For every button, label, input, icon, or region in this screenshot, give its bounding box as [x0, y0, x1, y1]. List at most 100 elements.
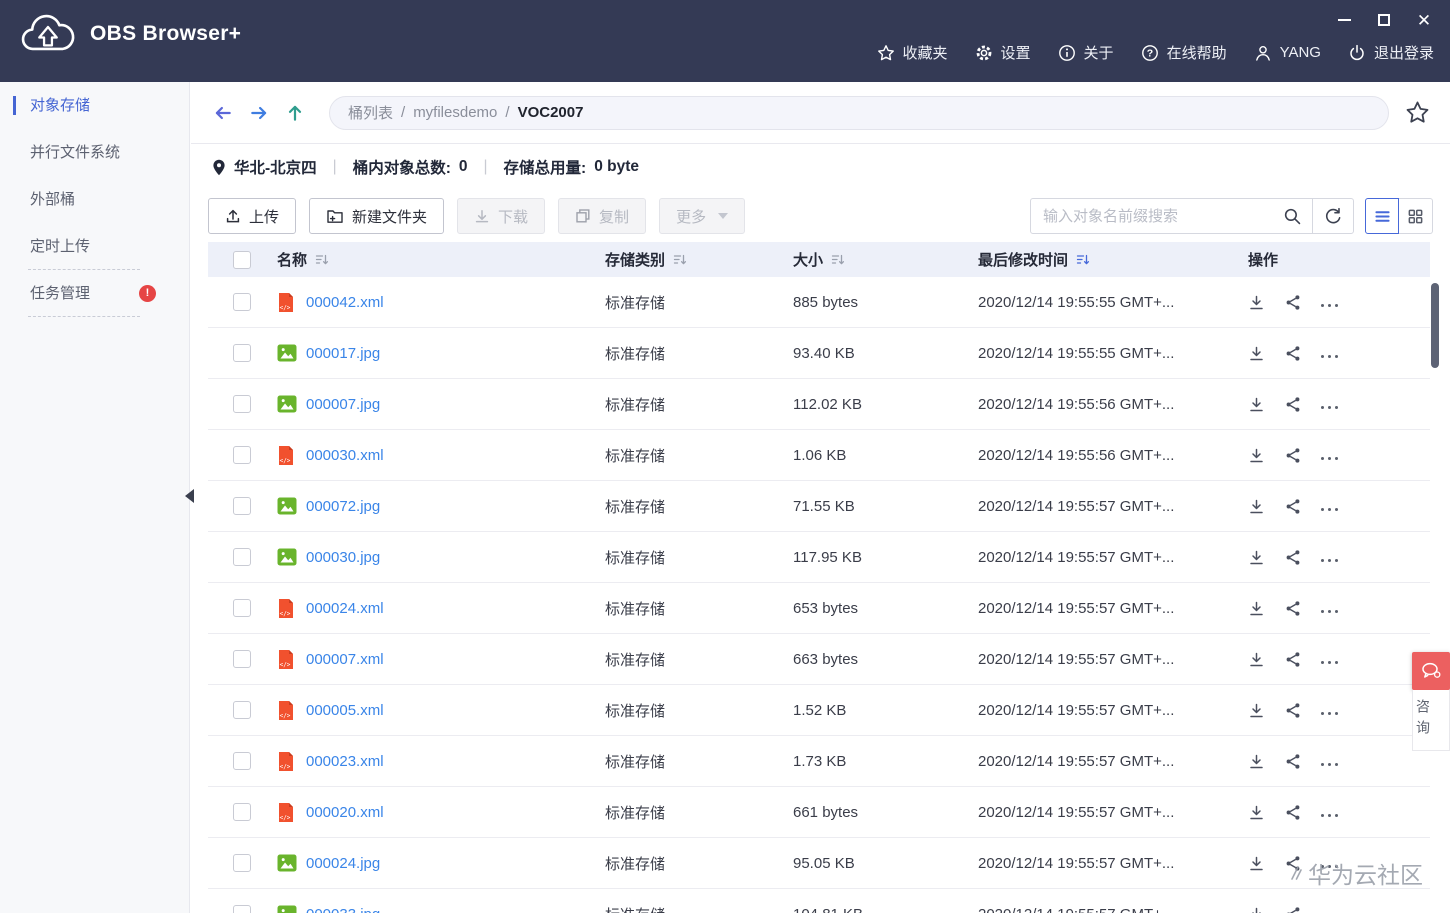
file-name-link[interactable]: 000020.xml [306, 804, 384, 821]
row-checkbox[interactable] [233, 293, 251, 311]
row-checkbox[interactable] [233, 701, 251, 719]
search-icon[interactable] [1283, 207, 1302, 226]
download-icon[interactable] [1248, 396, 1265, 413]
forward-icon[interactable] [247, 101, 271, 125]
consult-chat-button[interactable] [1412, 652, 1450, 690]
share-icon[interactable] [1285, 651, 1301, 668]
more-actions-icon[interactable] [1321, 451, 1338, 460]
download-icon[interactable] [1248, 600, 1265, 617]
download-icon[interactable] [1248, 804, 1265, 821]
file-name-link[interactable]: 000007.xml [306, 651, 384, 668]
row-checkbox[interactable] [233, 599, 251, 617]
sidebar-item-external-buckets[interactable]: 外部桶 [0, 176, 189, 223]
copy-button[interactable]: 复制 [558, 198, 647, 234]
breadcrumb-root[interactable]: 桶列表 [348, 102, 393, 123]
grid-view-button[interactable] [1399, 198, 1433, 234]
sidebar-item-parallel-file-system[interactable]: 并行文件系统 [0, 129, 189, 176]
sort-icon[interactable] [315, 253, 329, 266]
download-icon[interactable] [1248, 906, 1265, 913]
favorites-menu-item[interactable]: 收藏夹 [877, 42, 948, 63]
more-actions-icon[interactable] [1321, 502, 1338, 511]
more-actions-icon[interactable] [1321, 400, 1338, 409]
file-name-link[interactable]: 000030.jpg [306, 549, 380, 566]
file-name-link[interactable]: 000024.xml [306, 600, 384, 617]
row-checkbox[interactable] [233, 446, 251, 464]
share-icon[interactable] [1285, 702, 1301, 719]
logout-menu-item[interactable]: 退出登录 [1348, 42, 1434, 63]
file-name-link[interactable]: 000030.xml [306, 447, 384, 464]
file-name-link[interactable]: 000005.xml [306, 702, 384, 719]
file-name-link[interactable]: 000007.jpg [306, 396, 380, 413]
more-actions-icon[interactable] [1321, 349, 1338, 358]
file-name-link[interactable]: 000023.xml [306, 753, 384, 770]
more-actions-icon[interactable] [1321, 757, 1338, 766]
sidebar-collapse-icon[interactable] [185, 489, 194, 503]
file-name-link[interactable]: 000072.jpg [306, 498, 380, 515]
more-actions-icon[interactable] [1321, 859, 1338, 868]
settings-menu-item[interactable]: 设置 [975, 42, 1031, 63]
breadcrumb-bucket[interactable]: myfilesdemo [413, 104, 497, 121]
share-icon[interactable] [1285, 498, 1301, 515]
row-checkbox[interactable] [233, 395, 251, 413]
file-name-link[interactable]: 000024.jpg [306, 855, 380, 872]
download-icon[interactable] [1248, 549, 1265, 566]
back-icon[interactable] [211, 101, 235, 125]
account-menu-item[interactable]: YANG [1254, 44, 1321, 62]
sort-icon[interactable] [673, 253, 687, 266]
search-input[interactable] [1043, 207, 1283, 225]
row-checkbox[interactable] [233, 497, 251, 515]
download-icon[interactable] [1248, 753, 1265, 770]
share-icon[interactable] [1285, 753, 1301, 770]
sidebar-item-object-storage[interactable]: 对象存储 [0, 82, 189, 129]
share-icon[interactable] [1285, 396, 1301, 413]
sidebar-item-task-management[interactable]: 任务管理! [0, 270, 189, 317]
sort-icon-active[interactable] [1076, 253, 1090, 266]
download-icon[interactable] [1248, 498, 1265, 515]
download-button[interactable]: 下载 [457, 198, 546, 234]
more-actions-icon[interactable] [1321, 604, 1338, 613]
row-checkbox[interactable] [233, 803, 251, 821]
download-icon[interactable] [1248, 855, 1265, 872]
more-actions-icon[interactable] [1321, 298, 1338, 307]
download-icon[interactable] [1248, 294, 1265, 311]
share-icon[interactable] [1285, 600, 1301, 617]
row-checkbox[interactable] [233, 650, 251, 668]
more-actions-icon[interactable] [1321, 808, 1338, 817]
online-help-menu-item[interactable]: ? 在线帮助 [1141, 42, 1227, 63]
file-name-link[interactable]: 000042.xml [306, 294, 384, 311]
share-icon[interactable] [1285, 804, 1301, 821]
share-icon[interactable] [1285, 447, 1301, 464]
about-menu-item[interactable]: 关于 [1058, 42, 1114, 63]
sort-icon[interactable] [831, 253, 845, 266]
file-name-link[interactable]: 000033.jpg [306, 906, 380, 913]
download-icon[interactable] [1248, 651, 1265, 668]
vertical-scrollbar[interactable] [1431, 283, 1439, 368]
up-level-icon[interactable] [283, 101, 307, 125]
more-actions-icon[interactable] [1321, 553, 1338, 562]
share-icon[interactable] [1285, 549, 1301, 566]
more-actions-icon[interactable] [1321, 655, 1338, 664]
breadcrumb[interactable]: 桶列表 / myfilesdemo / VOC2007 [329, 95, 1389, 130]
more-actions-icon[interactable] [1321, 910, 1338, 913]
share-icon[interactable] [1285, 855, 1301, 872]
favorite-star-icon[interactable] [1405, 100, 1430, 125]
row-checkbox[interactable] [233, 854, 251, 872]
new-folder-button[interactable]: 新建文件夹 [309, 198, 445, 234]
row-checkbox[interactable] [233, 344, 251, 362]
share-icon[interactable] [1285, 345, 1301, 362]
row-checkbox[interactable] [233, 548, 251, 566]
upload-button[interactable]: 上传 [208, 198, 297, 234]
maximize-icon[interactable] [1376, 12, 1392, 28]
refresh-button[interactable] [1313, 199, 1353, 233]
share-icon[interactable] [1285, 906, 1301, 913]
list-view-button[interactable] [1365, 198, 1399, 234]
sidebar-item-scheduled-upload[interactable]: 定时上传 [0, 223, 189, 270]
more-button[interactable]: 更多 [659, 198, 746, 234]
file-name-link[interactable]: 000017.jpg [306, 345, 380, 362]
consult-label[interactable]: 咨询 [1412, 690, 1450, 751]
download-icon[interactable] [1248, 702, 1265, 719]
more-actions-icon[interactable] [1321, 706, 1338, 715]
download-icon[interactable] [1248, 345, 1265, 362]
close-icon[interactable]: ✕ [1416, 12, 1432, 29]
share-icon[interactable] [1285, 294, 1301, 311]
